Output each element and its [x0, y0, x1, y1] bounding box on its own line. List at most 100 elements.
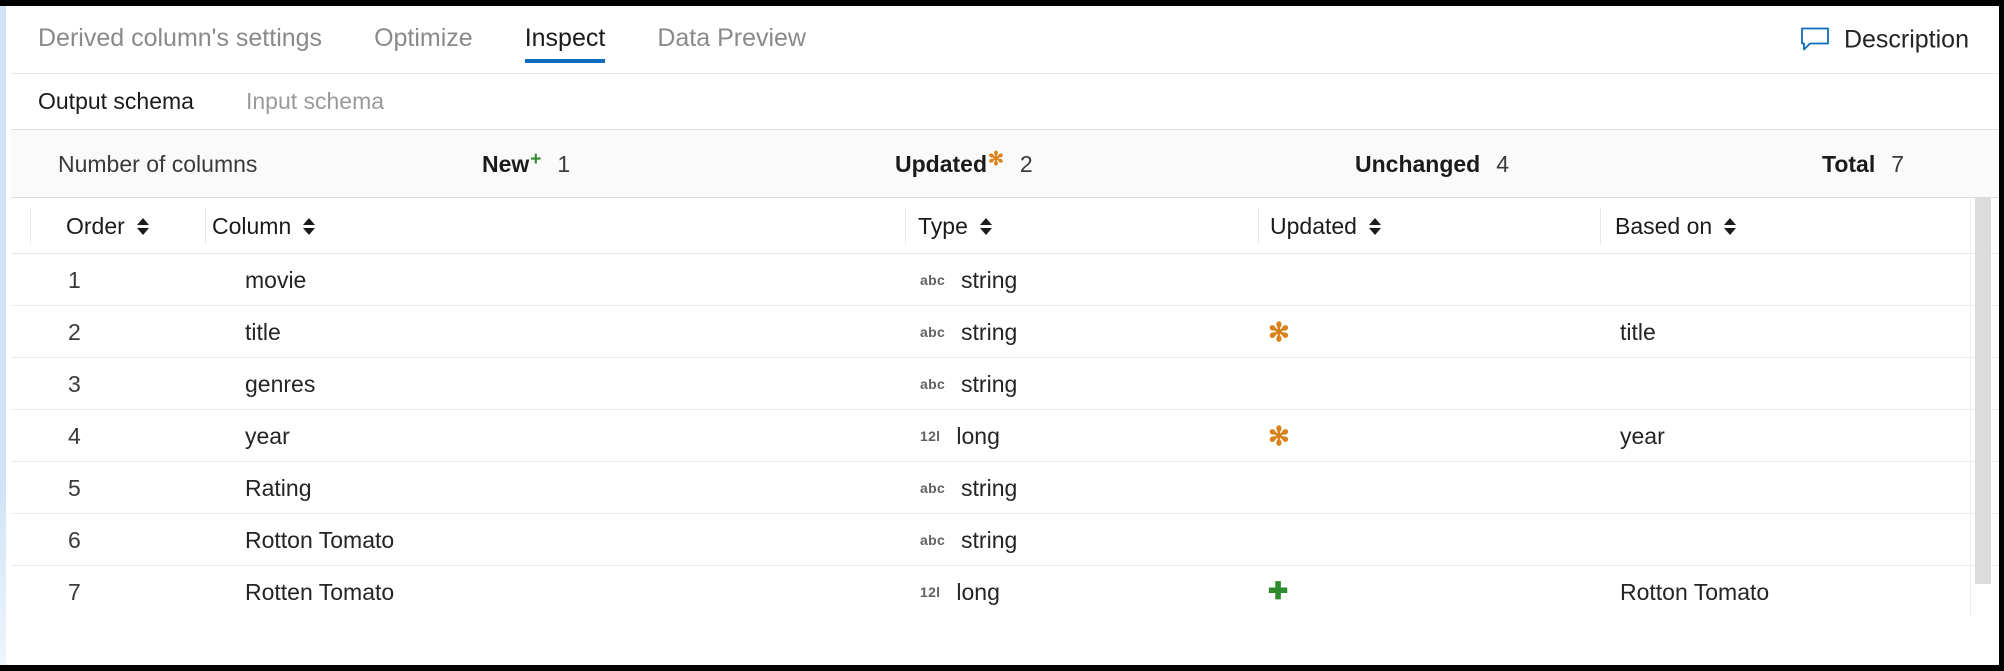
- header-divider: [905, 208, 906, 244]
- tab-bar: Derived column's settings Optimize Inspe…: [0, 6, 1999, 74]
- cell-type-label: string: [961, 527, 1017, 554]
- updated-marker-icon: ✻: [1268, 319, 1290, 345]
- comment-icon: [1800, 27, 1830, 53]
- cell-order: 7: [68, 566, 81, 617]
- tab-label: Inspect: [525, 24, 606, 53]
- type-icon-string: abc: [920, 480, 945, 496]
- subtab-output-schema[interactable]: Output schema: [38, 88, 194, 115]
- cell-type: abc string: [920, 514, 1017, 566]
- cell-column: Rotton Tomato: [245, 514, 394, 566]
- cell-type-label: string: [961, 319, 1017, 346]
- cell-order: 5: [68, 462, 81, 514]
- cell-type: 12l long: [920, 410, 1000, 462]
- tab-optimize[interactable]: Optimize: [374, 6, 473, 74]
- cell-type: 12l long: [920, 566, 1000, 617]
- table-row[interactable]: 3 genres abc string: [0, 358, 1999, 410]
- column-header-column[interactable]: Column: [212, 198, 315, 254]
- table-row[interactable]: 6 Rotton Tomato abc string: [0, 514, 1999, 566]
- type-icon-string: abc: [920, 324, 945, 340]
- tab-derived-column-settings[interactable]: Derived column's settings: [38, 6, 322, 74]
- column-summary-strip: Number of columns New + 1 Updated ✻ 2 Un…: [0, 130, 1999, 198]
- schema-subtab-bar: Output schema Input schema: [0, 74, 1999, 130]
- sort-icon[interactable]: [980, 218, 992, 235]
- table-row[interactable]: 7 Rotten Tomato 12l long ✚ Rotton Tomato: [0, 566, 1999, 617]
- cell-type: abc string: [920, 358, 1017, 410]
- cell-column: title: [245, 306, 281, 358]
- header-divider: [205, 208, 206, 244]
- subtab-input-schema[interactable]: Input schema: [246, 88, 384, 115]
- header-divider: [30, 208, 31, 244]
- subtab-label: Output schema: [38, 88, 194, 114]
- summary-title-label: Number of columns: [58, 151, 257, 178]
- sort-icon[interactable]: [303, 218, 315, 235]
- column-header-order[interactable]: Order: [66, 198, 149, 254]
- cell-based-on: year: [1620, 410, 1665, 462]
- table-row[interactable]: 1 movie abc string: [0, 254, 1999, 306]
- cell-column: year: [245, 410, 290, 462]
- cell-order: 4: [68, 410, 81, 462]
- cell-column: Rotten Tomato: [245, 566, 394, 617]
- sort-icon[interactable]: [1369, 218, 1381, 235]
- cell-order: 3: [68, 358, 81, 410]
- summary-unchanged-value: 4: [1496, 151, 1509, 178]
- tab-label: Derived column's settings: [38, 24, 322, 53]
- summary-updated-label: Updated: [895, 151, 987, 178]
- description-button[interactable]: Description: [1800, 25, 1969, 54]
- column-header-based-on[interactable]: Based on: [1615, 198, 1736, 254]
- new-marker-icon: +: [530, 150, 541, 169]
- cell-type: abc string: [920, 306, 1017, 358]
- summary-new: New + 1: [482, 130, 570, 198]
- column-header-type[interactable]: Type: [918, 198, 992, 254]
- cell-column: movie: [245, 254, 306, 306]
- table-row[interactable]: 5 Rating abc string: [0, 462, 1999, 514]
- inspect-panel: Derived column's settings Optimize Inspe…: [0, 0, 2004, 671]
- new-marker-icon: ✚: [1268, 580, 1288, 604]
- cell-order: 2: [68, 306, 81, 358]
- cell-type-label: string: [961, 475, 1017, 502]
- summary-title: Number of columns: [58, 130, 257, 198]
- cell-updated: ✚: [1268, 566, 1288, 617]
- sort-icon[interactable]: [137, 218, 149, 235]
- cell-type: abc string: [920, 462, 1017, 514]
- cell-order: 1: [68, 254, 81, 306]
- tab-data-preview[interactable]: Data Preview: [657, 6, 806, 74]
- type-icon-string: abc: [920, 532, 945, 548]
- column-header-label: Order: [66, 213, 125, 240]
- summary-new-label: New: [482, 151, 529, 178]
- column-header-label: Column: [212, 213, 291, 240]
- cell-updated: ✻: [1268, 306, 1290, 358]
- summary-total: Total 7: [1822, 130, 1904, 198]
- cell-type-label: string: [961, 371, 1017, 398]
- column-header-updated[interactable]: Updated: [1270, 198, 1381, 254]
- header-divider: [1258, 208, 1259, 244]
- column-header-label: Updated: [1270, 213, 1357, 240]
- cell-based-on: title: [1620, 306, 1656, 358]
- header-divider: [1600, 208, 1601, 244]
- scrollbar-thumb[interactable]: [1975, 198, 1991, 584]
- type-icon-string: abc: [920, 376, 945, 392]
- column-header-label: Based on: [1615, 213, 1712, 240]
- summary-new-value: 1: [557, 151, 570, 178]
- column-header-label: Type: [918, 213, 968, 240]
- cell-type-label: long: [956, 579, 999, 606]
- cell-based-on: Rotton Tomato: [1620, 566, 1769, 617]
- cell-column: Rating: [245, 462, 311, 514]
- cell-column: genres: [245, 358, 315, 410]
- summary-total-value: 7: [1891, 151, 1904, 178]
- summary-unchanged: Unchanged 4: [1355, 130, 1509, 198]
- type-icon-number: 12l: [920, 584, 940, 600]
- sort-icon[interactable]: [1724, 218, 1736, 235]
- tab-label: Data Preview: [657, 24, 806, 53]
- table-row[interactable]: 4 year 12l long ✻ year: [0, 410, 1999, 462]
- left-accent-strip: [0, 6, 6, 665]
- vertical-scrollbar[interactable]: [1975, 198, 1991, 598]
- table-row[interactable]: 2 title abc string ✻ title: [0, 306, 1999, 358]
- table-body: 1 movie abc string 2 title abc string: [0, 254, 1999, 617]
- type-icon-number: 12l: [920, 428, 940, 444]
- table-header-row: Order Column Type Updated Based on: [0, 198, 1999, 254]
- summary-unchanged-label: Unchanged: [1355, 151, 1480, 178]
- summary-updated-value: 2: [1020, 151, 1033, 178]
- tab-inspect[interactable]: Inspect: [525, 6, 606, 74]
- summary-updated: Updated ✻ 2: [895, 130, 1033, 198]
- cell-type-label: long: [956, 423, 999, 450]
